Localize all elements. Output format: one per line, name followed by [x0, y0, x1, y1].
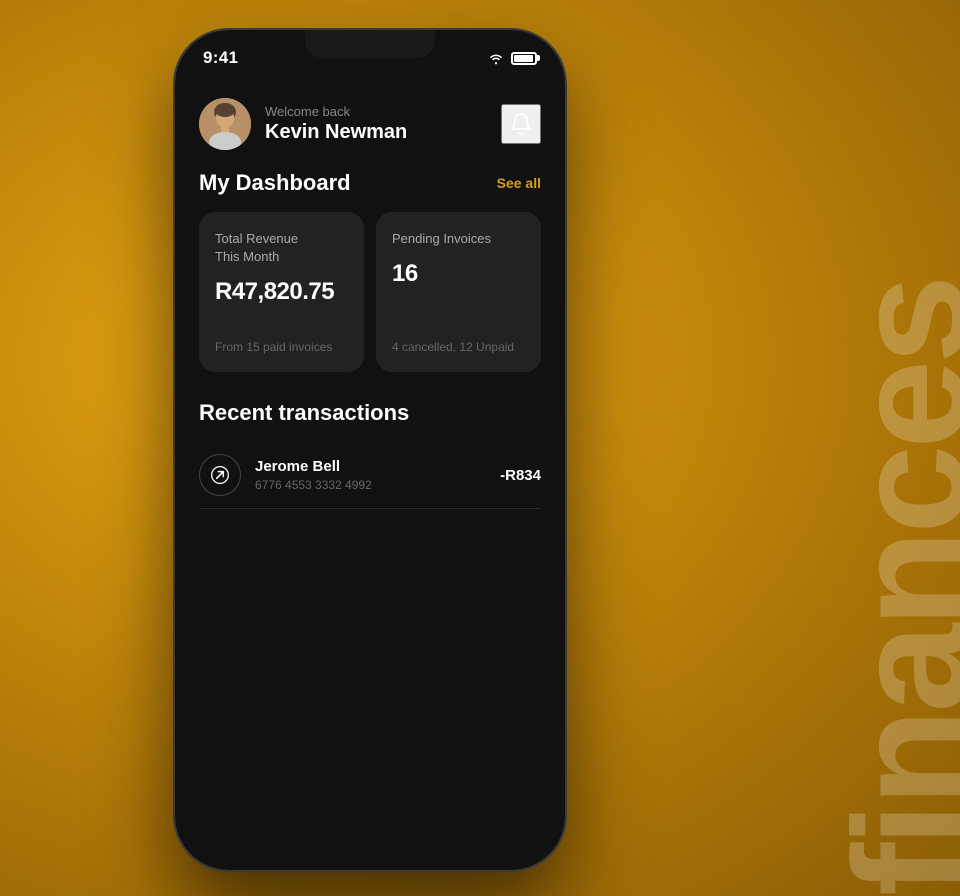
pending-invoices-label: Pending Invoices — [392, 230, 525, 248]
transactions-title: Recent transactions — [199, 400, 541, 426]
welcome-text-block: Welcome back Kevin Newman — [265, 104, 407, 144]
avatar — [199, 98, 251, 150]
total-revenue-sub: From 15 paid invoices — [215, 340, 348, 354]
transaction-item[interactable]: Jerome Bell 6776 4553 3332 4992 -R834 — [199, 442, 541, 509]
battery-icon — [511, 52, 537, 65]
avatar-image — [199, 98, 251, 150]
phone-notch — [305, 30, 435, 58]
wifi-icon — [487, 51, 505, 65]
transaction-amount: -R834 — [500, 467, 541, 484]
dashboard-title: My Dashboard — [199, 170, 351, 196]
total-revenue-value: R47,820.75 — [215, 278, 348, 306]
screen-content[interactable]: Welcome back Kevin Newman My Dashboard — [175, 78, 565, 870]
see-all-button[interactable]: See all — [497, 175, 541, 191]
welcome-name: Kevin Newman — [265, 121, 407, 144]
header: Welcome back Kevin Newman — [199, 86, 541, 170]
pending-invoices-sub: 4 cancelled, 12 Unpaid — [392, 340, 525, 354]
user-info: Welcome back Kevin Newman — [199, 98, 407, 150]
status-icons — [487, 51, 537, 65]
total-revenue-card[interactable]: Total RevenueThis Month R47,820.75 From … — [199, 212, 364, 372]
transaction-info: Jerome Bell 6776 4553 3332 4992 — [255, 458, 486, 492]
dashboard-section-header: My Dashboard See all — [199, 170, 541, 196]
pending-invoices-card[interactable]: Pending Invoices 16 4 cancelled, 12 Unpa… — [376, 212, 541, 372]
pending-invoices-value: 16 — [392, 260, 525, 288]
dashboard-cards: Total RevenueThis Month R47,820.75 From … — [199, 212, 541, 372]
bell-icon — [509, 112, 533, 136]
status-time: 9:41 — [203, 48, 238, 68]
transaction-name: Jerome Bell — [255, 458, 486, 475]
phone-outer: 9:41 — [175, 30, 565, 870]
transaction-card: 6776 4553 3332 4992 — [255, 478, 486, 492]
welcome-line1: Welcome back — [265, 104, 407, 119]
notification-bell-button[interactable] — [501, 104, 541, 144]
arrow-icon — [210, 465, 230, 485]
phone-mockup: 9:41 — [175, 30, 565, 870]
total-revenue-label: Total RevenueThis Month — [215, 230, 348, 266]
transaction-icon — [199, 454, 241, 496]
phone-screen: 9:41 — [175, 30, 565, 870]
